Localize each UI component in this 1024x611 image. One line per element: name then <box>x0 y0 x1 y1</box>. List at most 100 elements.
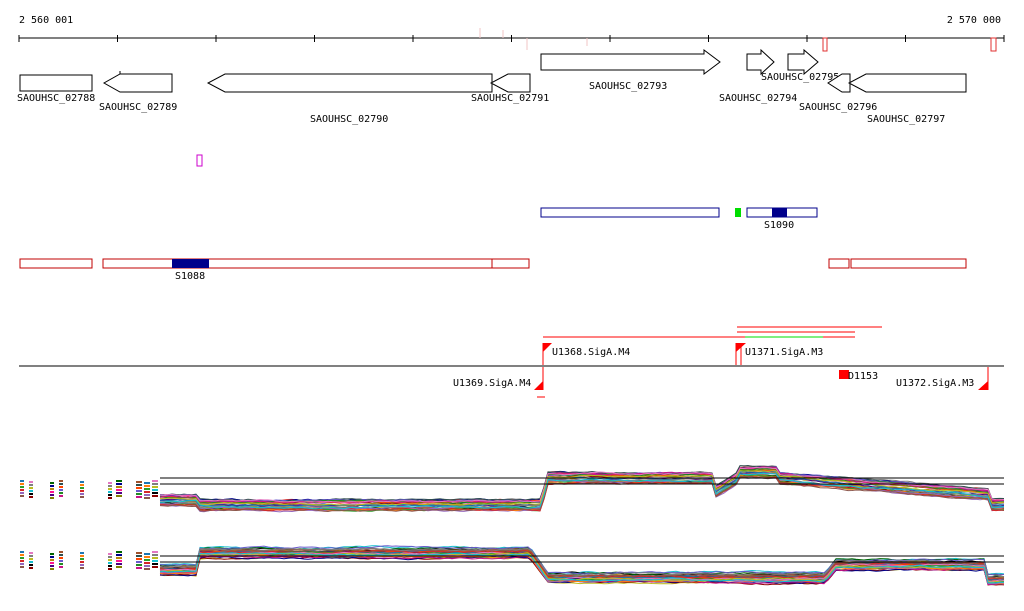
legend-swatch <box>59 551 63 553</box>
green-feature[interactable] <box>735 208 741 217</box>
legend-swatch <box>116 495 122 497</box>
legend-swatch <box>108 482 112 484</box>
legend-swatch <box>50 488 54 490</box>
legend-swatch <box>59 563 63 565</box>
minus-segment-track: S1088 <box>19 258 967 282</box>
minus-segment[interactable] <box>828 258 850 269</box>
legend-swatch <box>50 497 54 499</box>
legend-swatch <box>50 562 54 564</box>
plus-segment-core <box>772 208 787 217</box>
gene-saouhsc-02795[interactable]: SAOUHSC_02795 <box>761 48 839 83</box>
legend-swatch <box>80 567 84 569</box>
ruler-annotation-marks <box>479 28 997 52</box>
legend-swatch <box>136 484 142 486</box>
minus-segment[interactable] <box>491 258 530 269</box>
legend-swatch <box>29 493 33 495</box>
legend-swatch <box>152 551 158 553</box>
promoter-d1153[interactable]: D1153 <box>839 370 878 382</box>
minus-segment[interactable] <box>850 258 967 269</box>
legend-swatch <box>136 493 142 495</box>
expression-legend-swatches <box>20 551 158 570</box>
legend-swatch <box>116 480 122 482</box>
expression-panel-top <box>20 464 1005 513</box>
minus-segment[interactable] <box>102 258 493 269</box>
promoter-u1369[interactable]: U1369.SigA.M4 <box>453 367 545 398</box>
gene-saouhsc-02788[interactable]: SAOUHSC_02788 <box>17 74 95 104</box>
legend-swatch <box>152 560 158 562</box>
gene-track: SAOUHSC_02788 SAOUHSC_02789 SAOUHSC_0279… <box>17 48 967 125</box>
gene-label: SAOUHSC_02789 <box>99 102 177 113</box>
legend-swatch <box>108 494 112 496</box>
gene-saouhsc-02797[interactable]: SAOUHSC_02797 <box>847 73 967 125</box>
promoter-label: D1153 <box>848 371 878 382</box>
legend-swatch <box>59 483 63 485</box>
legend-swatch <box>144 568 150 570</box>
genome-browser-view: 2 560 001 2 570 000 SAOUHSC_02788 SAOUHS… <box>17 15 1005 586</box>
legend-swatch <box>29 487 33 489</box>
legend-swatch <box>108 485 112 487</box>
legend-swatch <box>144 482 150 484</box>
legend-swatch <box>136 564 142 566</box>
legend-swatch <box>144 556 150 558</box>
ruler-end-coordinate: 2 570 000 <box>947 15 1001 26</box>
legend-swatch <box>136 552 142 554</box>
gene-saouhsc-02789[interactable]: SAOUHSC_02789 <box>99 71 177 113</box>
gene-saouhsc-02790[interactable]: SAOUHSC_02790 <box>206 73 493 125</box>
minus-segment[interactable] <box>19 258 93 269</box>
legend-swatch <box>80 561 84 563</box>
legend-swatch <box>108 559 112 561</box>
legend-swatch <box>50 559 54 561</box>
legend-swatch <box>116 551 122 553</box>
legend-swatch <box>29 564 33 566</box>
promoter-u1368[interactable]: U1368.SigA.M4 <box>542 343 630 365</box>
promoter-u1372[interactable]: U1372.SigA.M3 <box>896 367 989 390</box>
legend-swatch <box>29 481 33 483</box>
legend-swatch <box>108 568 112 570</box>
legend-swatch <box>144 565 150 567</box>
legend-swatch <box>29 552 33 554</box>
expression-panel-bottom <box>20 545 1005 586</box>
legend-swatch <box>136 496 142 498</box>
legend-swatch <box>80 552 84 554</box>
legend-swatch <box>20 480 24 482</box>
minus-segment-core <box>172 259 209 268</box>
promoter-label: U1371.SigA.M3 <box>745 347 823 358</box>
plus-segment[interactable] <box>540 207 720 218</box>
legend-swatch <box>152 480 158 482</box>
legend-swatch <box>59 489 63 491</box>
gene-saouhsc-02793[interactable]: SAOUHSC_02793 <box>540 49 721 92</box>
legend-swatch <box>50 494 54 496</box>
legend-swatch <box>80 484 84 486</box>
legend-swatch <box>144 559 150 561</box>
gene-label: SAOUHSC_02797 <box>867 114 945 125</box>
legend-swatch <box>116 557 122 559</box>
legend-swatch <box>136 558 142 560</box>
legend-swatch <box>116 489 122 491</box>
gene-label: SAOUHSC_02791 <box>471 93 549 104</box>
ruler-start-coordinate: 2 560 001 <box>19 15 73 26</box>
legend-swatch <box>50 482 54 484</box>
legend-swatch <box>59 492 63 494</box>
legend-swatch <box>29 558 33 560</box>
motif-marker[interactable] <box>196 154 203 167</box>
legend-swatch <box>59 557 63 559</box>
promoter-label: U1369.SigA.M4 <box>453 378 531 389</box>
plus-segment-track: S1090 <box>540 207 818 231</box>
gene-label: SAOUHSC_02796 <box>799 102 877 113</box>
legend-swatch <box>80 493 84 495</box>
legend-swatch <box>152 483 158 485</box>
promoter-track: U1368.SigA.M4 U1371.SigA.M3 U1369.SigA.M… <box>19 326 1004 398</box>
legend-swatch <box>152 492 158 494</box>
legend-swatch <box>50 568 54 570</box>
promoter-u1371[interactable]: U1371.SigA.M3 <box>735 343 823 365</box>
legend-swatch <box>116 554 122 556</box>
legend-swatch <box>144 488 150 490</box>
legend-swatch <box>20 557 24 559</box>
legend-swatch <box>108 565 112 567</box>
gene-label: SAOUHSC_02794 <box>719 93 797 104</box>
legend-swatch <box>59 560 63 562</box>
legend-swatch <box>20 560 24 562</box>
legend-swatch <box>152 489 158 491</box>
legend-swatch <box>20 563 24 565</box>
legend-swatch <box>80 496 84 498</box>
